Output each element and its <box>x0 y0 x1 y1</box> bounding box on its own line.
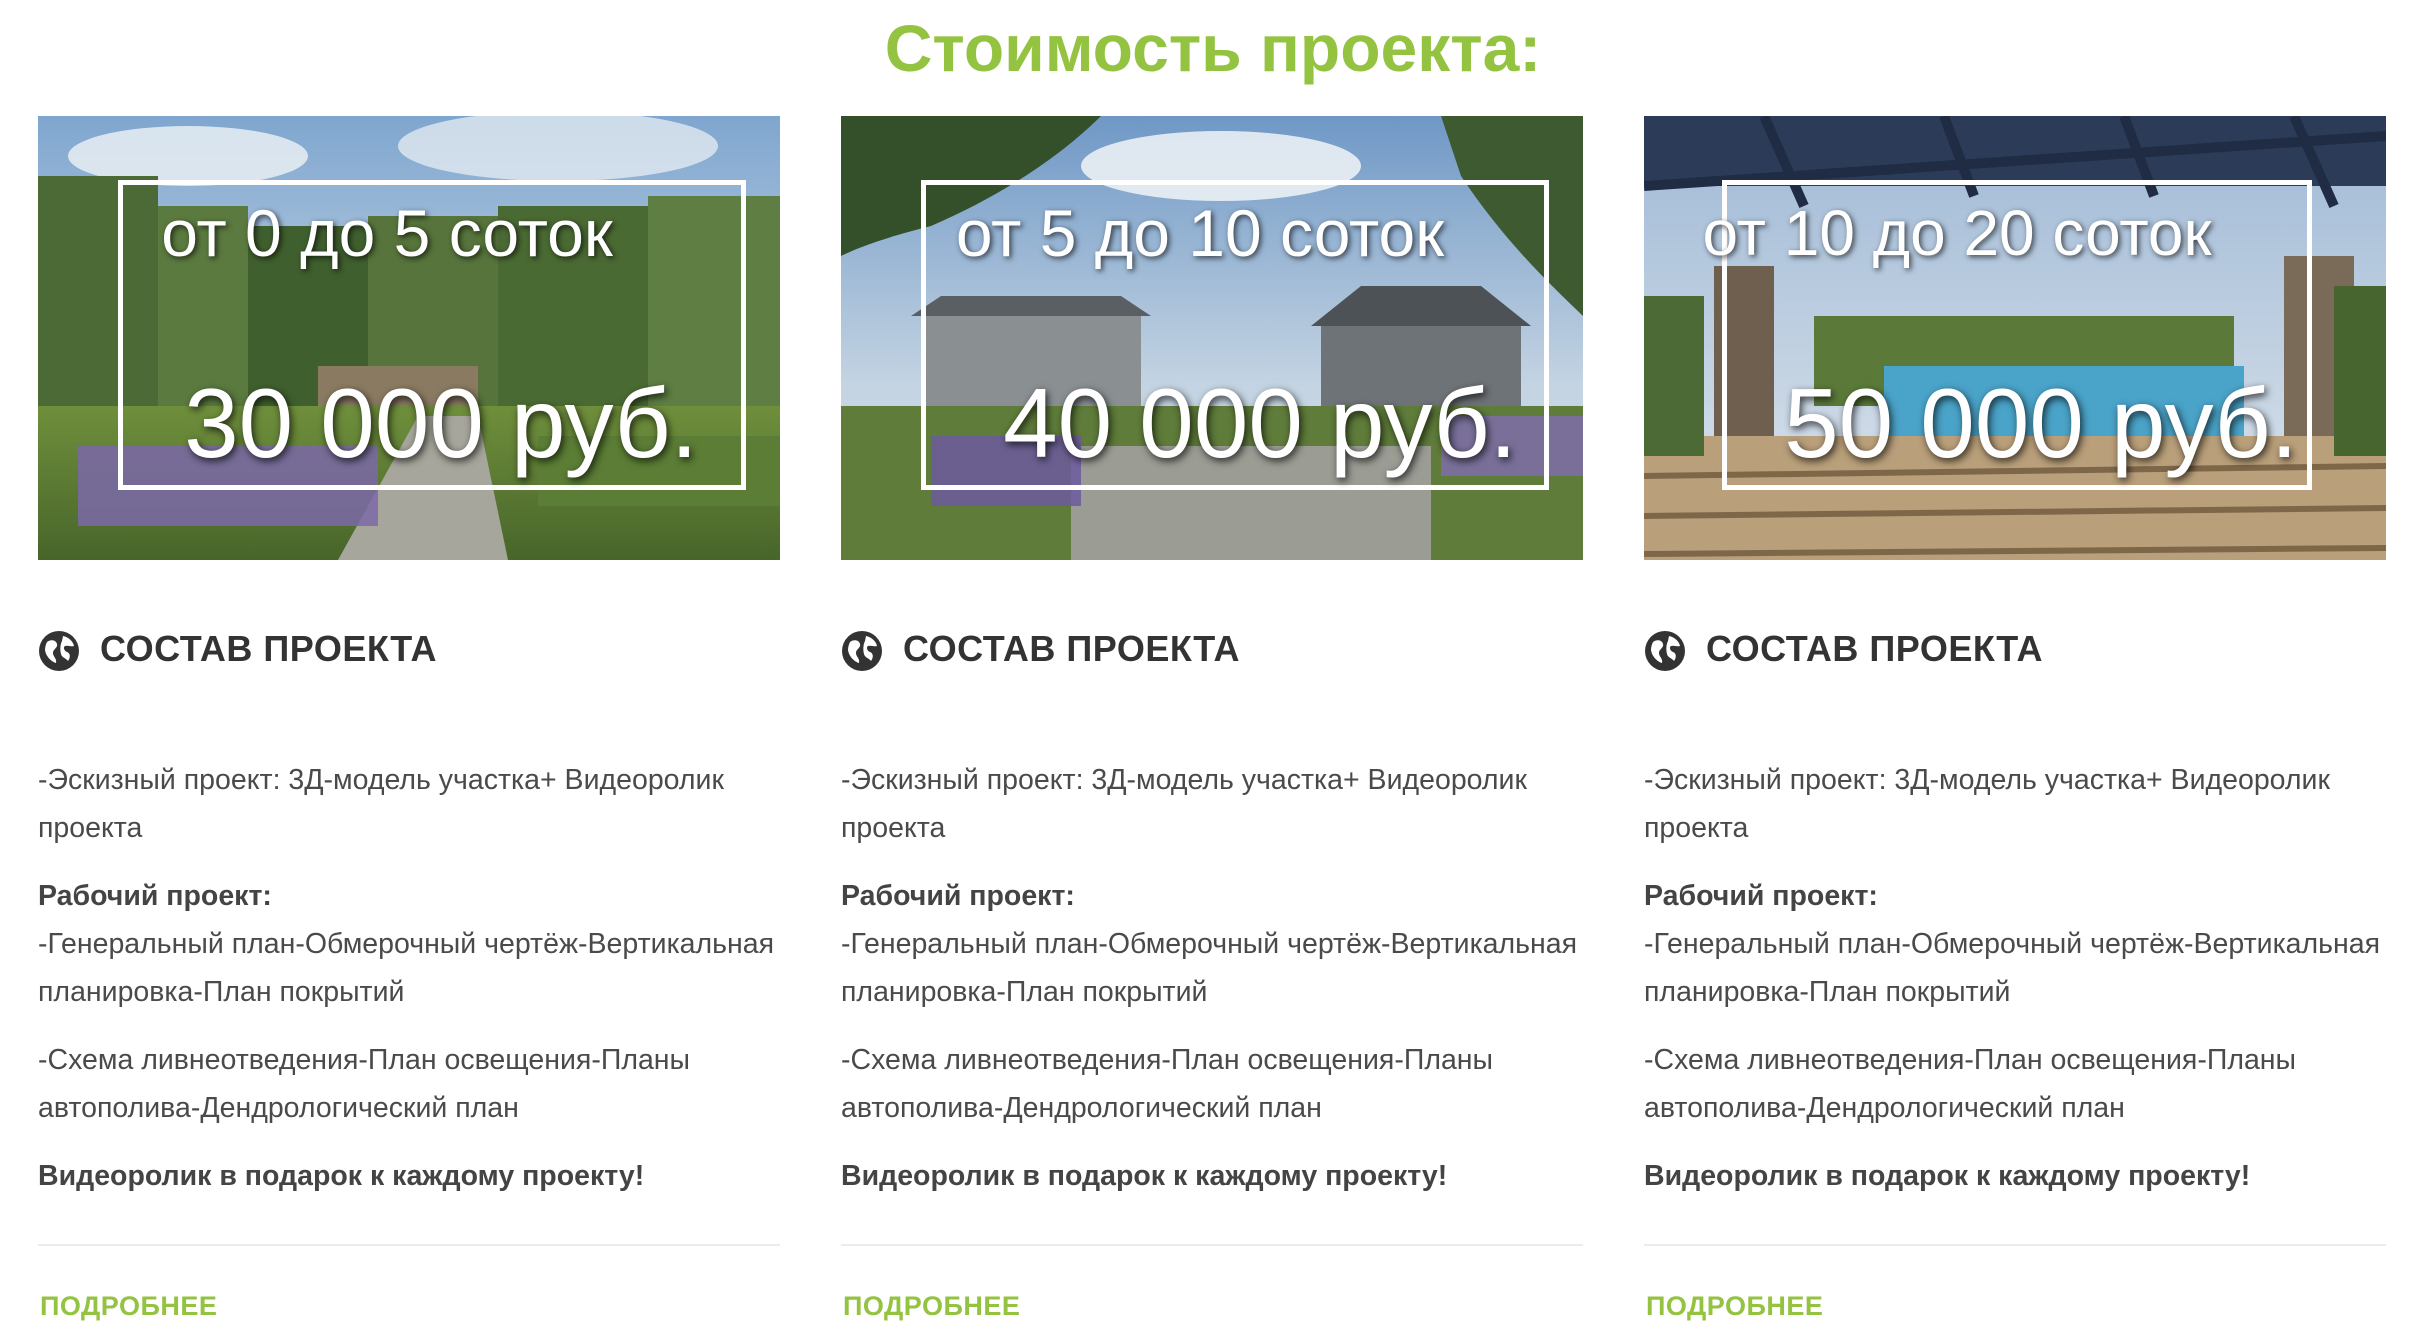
globe-icon <box>1645 631 1685 671</box>
section-title: СОСТАВ ПРОЕКТА <box>1706 628 2043 669</box>
project-description: -Эскизный проект: 3Д-модель участка+ Вид… <box>841 756 1583 1220</box>
project-description: -Эскизный проект: 3Д-модель участка+ Вид… <box>1644 756 2386 1220</box>
section-title: СОСТАВ ПРОЕКТА <box>903 628 1240 669</box>
working-project-block: Рабочий проект: -Генеральный план-Обмеро… <box>38 872 780 1016</box>
project-description: -Эскизный проект: 3Д-модель участка+ Вид… <box>38 756 780 1220</box>
working-project-label: Рабочий проект: <box>1644 880 1878 912</box>
sketch-project-text: -Эскизный проект: 3Д-модель участка+ Вид… <box>38 764 724 844</box>
globe-icon <box>842 631 882 671</box>
divider <box>38 1244 780 1246</box>
gift-note: Видеоролик в подарок к каждому проекту! <box>38 1160 645 1192</box>
section-header: СОСТАВ ПРОЕКТА <box>841 624 1583 674</box>
section-title: СОСТАВ ПРОЕКТА <box>100 628 437 669</box>
working-project-label: Рабочий проект: <box>841 880 1075 912</box>
more-link[interactable]: ПОДРОБНЕЕ <box>843 1288 1020 1324</box>
more-link[interactable]: ПОДРОБНЕЕ <box>40 1288 217 1324</box>
sketch-project-text: -Эскизный проект: 3Д-модель участка+ Вид… <box>1644 764 2330 844</box>
globe-icon <box>39 631 79 671</box>
working-project-block: Рабочий проект: -Генеральный план-Обмеро… <box>841 872 1583 1016</box>
card-image[interactable]: от 10 до 20 соток 50 000 руб. <box>1644 116 2386 560</box>
plot-size-label: от 5 до 10 соток <box>955 196 1445 270</box>
pricing-card: от 10 до 20 соток 50 000 руб. СОСТАВ ПРО… <box>1644 116 2386 1336</box>
price-label: 30 000 руб. <box>184 368 698 478</box>
sketch-project-text: -Эскизный проект: 3Д-модель участка+ Вид… <box>841 764 1527 844</box>
pricing-card: от 5 до 10 соток 40 000 руб. СОСТАВ ПРОЕ… <box>841 116 1583 1336</box>
divider <box>1644 1244 2386 1246</box>
gift-note: Видеоролик в подарок к каждому проекту! <box>1644 1160 2251 1192</box>
card-image[interactable]: от 0 до 5 соток 30 000 руб. <box>38 116 780 560</box>
page-title: Стоимость проекта: <box>884 11 1542 85</box>
working-project-items-extra: -Схема ливнеотведения-План освещения-Пла… <box>1644 1044 2297 1124</box>
plot-size-label: от 0 до 5 соток <box>161 196 613 270</box>
price-label: 40 000 руб. <box>1003 368 1517 478</box>
working-project-items-extra: -Схема ливнеотведения-План освещения-Пла… <box>841 1044 1494 1124</box>
working-project-items: -Генеральный план-Обмерочный чертёж-Верт… <box>841 928 1578 1008</box>
working-project-items-extra: -Схема ливнеотведения-План освещения-Пла… <box>38 1044 691 1124</box>
working-project-label: Рабочий проект: <box>38 880 272 912</box>
working-project-block: Рабочий проект: -Генеральный план-Обмеро… <box>1644 872 2386 1016</box>
divider <box>841 1244 1583 1246</box>
working-project-items: -Генеральный план-Обмерочный чертёж-Верт… <box>1644 928 2381 1008</box>
pricing-card: от 0 до 5 соток 30 000 руб. СОСТАВ ПРОЕК… <box>38 116 780 1336</box>
more-link[interactable]: ПОДРОБНЕЕ <box>1646 1288 1823 1324</box>
working-project-items: -Генеральный план-Обмерочный чертёж-Верт… <box>38 928 775 1008</box>
gift-note: Видеоролик в подарок к каждому проекту! <box>841 1160 1448 1192</box>
price-label: 50 000 руб. <box>1784 368 2298 478</box>
card-image[interactable]: от 5 до 10 соток 40 000 руб. <box>841 116 1583 560</box>
section-header: СОСТАВ ПРОЕКТА <box>38 624 780 674</box>
section-header: СОСТАВ ПРОЕКТА <box>1644 624 2386 674</box>
plot-size-label: от 10 до 20 соток <box>1702 197 2212 269</box>
